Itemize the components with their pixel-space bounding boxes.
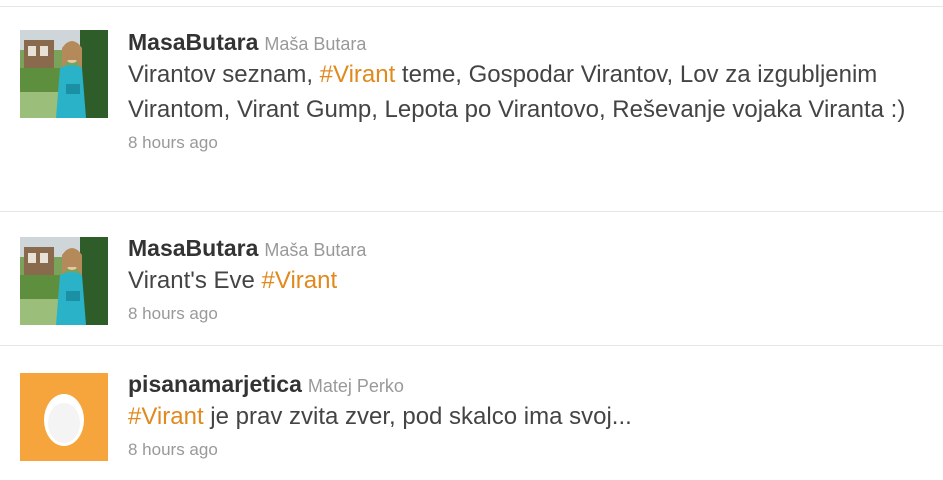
timestamp[interactable]: 8 hours ago	[128, 302, 937, 326]
avatar[interactable]	[20, 30, 108, 118]
hashtag-link[interactable]: #Virant	[128, 403, 204, 430]
tweet-item[interactable]: MasaButara Maša Butara Virant's Eve #Vira…	[0, 213, 943, 346]
full-name: Maša Butara	[264, 34, 367, 54]
tweet-feed: MasaButara Maša Butara Virantov seznam, #…	[0, 0, 943, 480]
tweet-text-segment: Virantov seznam,	[128, 61, 320, 88]
tweet-divider	[0, 345, 943, 346]
tweet-header: MasaButara Maša Butara	[128, 233, 937, 263]
egg-icon	[20, 373, 108, 461]
screen-name[interactable]: pisanamarjetica	[128, 371, 302, 397]
avatar[interactable]	[20, 373, 108, 461]
tweet-text: Virant's Eve #Virant	[128, 263, 937, 298]
avatar-photo	[20, 237, 108, 325]
avatar-photo	[20, 30, 108, 118]
tweet-item[interactable]: pisanamarjetica Matej Perko #Virant je pr…	[0, 347, 943, 480]
avatar[interactable]	[20, 237, 108, 325]
tweet-text-segment: je prav zvita zver, pod skalco ima svoj.…	[203, 403, 632, 430]
tweet-header: MasaButara Maša Butara	[128, 27, 937, 57]
tweet-content: MasaButara Maša Butara Virantov seznam, #…	[128, 27, 937, 155]
timestamp[interactable]: 8 hours ago	[128, 131, 937, 155]
full-name: Maša Butara	[264, 240, 367, 260]
hashtag-link[interactable]: #Virant	[262, 267, 338, 294]
tweet-text: Virantov seznam, #Virant teme, Gospodar …	[128, 57, 937, 127]
tweet-item[interactable]: MasaButara Maša Butara Virantov seznam, #…	[0, 7, 943, 212]
tweet-content: pisanamarjetica Matej Perko #Virant je pr…	[128, 369, 937, 462]
screen-name[interactable]: MasaButara	[128, 235, 258, 261]
tweet-divider	[0, 211, 943, 212]
screen-name[interactable]: MasaButara	[128, 29, 258, 55]
tweet-text-segment: Virant's Eve	[128, 267, 262, 294]
hashtag-link[interactable]: #Virant	[320, 61, 396, 88]
timestamp[interactable]: 8 hours ago	[128, 438, 937, 462]
tweet-text: #Virant je prav zvita zver, pod skalco i…	[128, 399, 937, 434]
tweet-content: MasaButara Maša Butara Virant's Eve #Vira…	[128, 233, 937, 326]
tweet-header: pisanamarjetica Matej Perko	[128, 369, 937, 399]
full-name: Matej Perko	[307, 376, 404, 396]
